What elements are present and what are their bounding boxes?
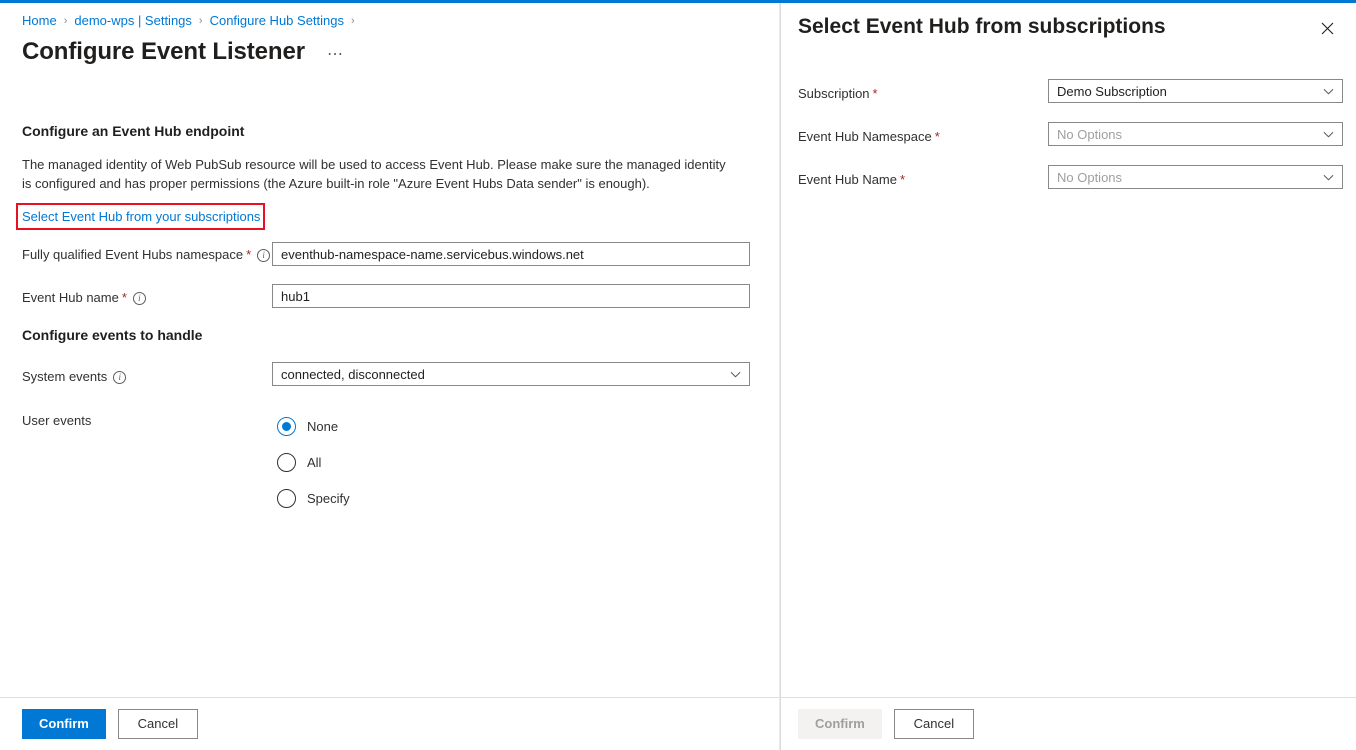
event-hub-name-input[interactable] [272,284,750,308]
section-heading-endpoint: Configure an Event Hub endpoint [22,123,244,139]
breadcrumb-item-demo-wps-settings[interactable]: demo-wps | Settings [74,12,192,30]
fully-qualified-namespace-input[interactable] [272,242,750,266]
label-event-hub-name: Event Hub name * i [22,289,146,307]
configure-event-listener-blade: Home › demo-wps | Settings › Configure H… [0,3,780,750]
page-title: Configure Event Listener [22,37,305,67]
breadcrumb-item-configure-hub-settings[interactable]: Configure Hub Settings [210,12,344,30]
chevron-down-icon [1323,86,1334,97]
event-hub-namespace-value: No Options [1057,127,1323,142]
subscription-value: Demo Subscription [1057,84,1323,99]
panel-title: Select Event Hub from subscriptions [798,13,1166,41]
breadcrumb-item-home[interactable]: Home [22,12,57,30]
system-events-dropdown[interactable]: connected, disconnected [272,362,750,386]
radio-option-specify[interactable]: Specify [277,488,350,509]
label-text: Fully qualified Event Hubs namespace [22,246,243,264]
section-heading-events: Configure events to handle [22,327,202,343]
radio-option-all[interactable]: All [277,452,350,473]
page-title-row: Configure Event Listener ⋯ [22,37,344,70]
label-text: Event Hub Namespace [798,129,932,144]
radio-circle-icon [277,453,296,472]
required-marker: * [122,289,127,307]
chevron-down-icon [1323,172,1334,183]
label-subscription: Subscription* [798,85,878,103]
cancel-button[interactable]: Cancel [118,709,198,739]
more-options-icon[interactable]: ⋯ [327,40,344,70]
right-panel-footer: Confirm Cancel [781,697,1356,750]
chevron-down-icon [1323,129,1334,140]
endpoint-description: The managed identity of Web PubSub resou… [22,155,734,193]
event-hub-name-value: No Options [1057,170,1323,185]
chevron-down-icon [730,369,741,380]
breadcrumb-separator-icon: › [199,12,203,30]
breadcrumb: Home › demo-wps | Settings › Configure H… [22,12,362,30]
confirm-button[interactable]: Confirm [22,709,106,739]
select-event-hub-from-subscriptions-link[interactable]: Select Event Hub from your subscriptions [22,208,260,225]
event-hub-name-dropdown[interactable]: No Options [1048,165,1343,189]
required-marker: * [873,86,878,101]
info-icon[interactable]: i [257,249,270,262]
info-icon[interactable]: i [113,371,126,384]
label-fully-qualified-namespace: Fully qualified Event Hubs namespace * i [22,246,270,264]
label-text: System events [22,368,107,386]
radio-option-none[interactable]: None [277,416,350,437]
close-icon[interactable] [1315,16,1339,40]
close-glyph [1321,22,1334,35]
top-accent-bar [0,0,1356,3]
info-icon[interactable]: i [133,292,146,305]
required-marker: * [935,129,940,144]
label-text: User events [22,412,91,430]
event-hub-namespace-dropdown[interactable]: No Options [1048,122,1343,146]
label-text: Event Hub Name [798,172,897,187]
user-events-radio-group: None All Specify [277,416,350,524]
label-event-hub-namespace: Event Hub Namespace* [798,128,940,146]
system-events-value: connected, disconnected [281,367,730,382]
radio-label: None [307,417,338,436]
blade-divider [779,3,781,750]
left-blade-footer: Confirm Cancel [0,697,780,750]
label-event-hub-name-panel: Event Hub Name* [798,171,905,189]
panel-cancel-button[interactable]: Cancel [894,709,974,739]
label-user-events: User events [22,412,91,430]
required-marker: * [900,172,905,187]
required-marker: * [246,246,251,264]
breadcrumb-separator-icon: › [64,12,68,30]
subscription-dropdown[interactable]: Demo Subscription [1048,79,1343,103]
label-system-events: System events i [22,368,126,386]
radio-circle-icon [277,489,296,508]
radio-label: All [307,453,321,472]
radio-circle-icon [277,417,296,436]
breadcrumb-separator-icon: › [351,12,355,30]
panel-confirm-button[interactable]: Confirm [798,709,882,739]
label-text: Subscription [798,86,870,101]
label-text: Event Hub name [22,289,119,307]
select-event-hub-panel: Select Event Hub from subscriptions Subs… [781,3,1356,750]
radio-label: Specify [307,489,350,508]
